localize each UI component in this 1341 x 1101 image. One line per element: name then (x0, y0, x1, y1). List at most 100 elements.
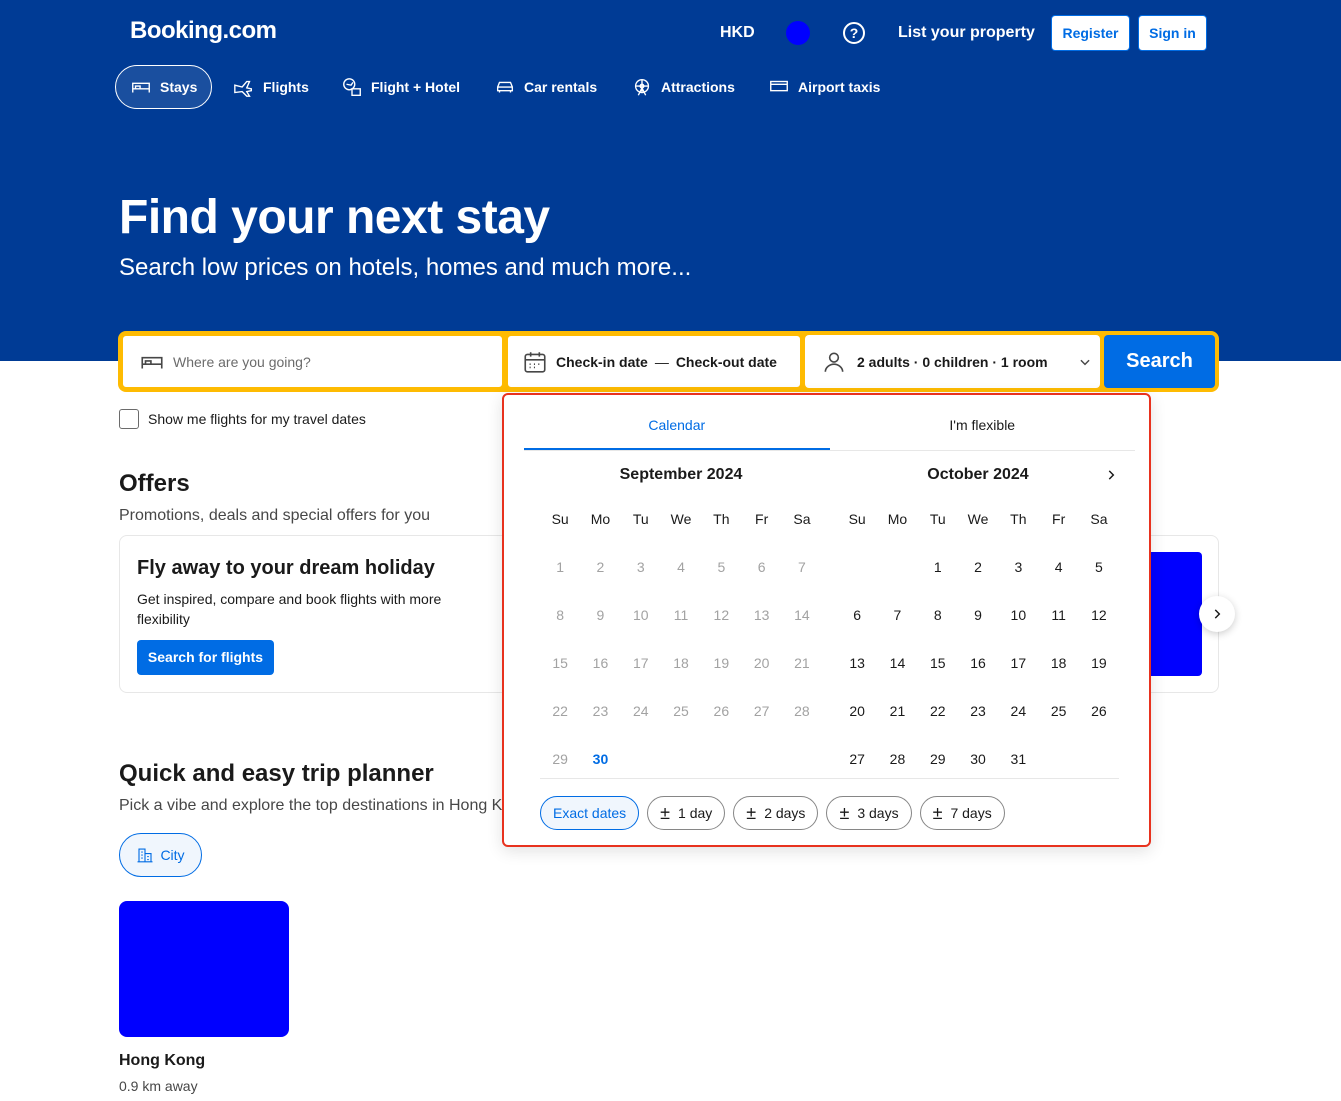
flex-chip[interactable]: ±3 days (826, 796, 912, 830)
flex-chip[interactable]: Exact dates (540, 796, 640, 830)
calendar-day: 6 (757, 559, 766, 575)
destination-image[interactable] (119, 901, 289, 1037)
show-flights-checkbox-row[interactable]: Show me flights for my travel dates (119, 409, 366, 429)
destination-name[interactable]: Hong Kong (119, 1052, 205, 1070)
month-grid: Su Mo Tu We Th Fr Sa 1 2 3 4 5 6 7 8 9 10 11 12 13 14 15 16 17 1… (540, 495, 822, 783)
calendar-day[interactable]: 4 (1038, 543, 1078, 591)
vibe-chip-city[interactable]: City (119, 833, 202, 877)
calendar-day[interactable]: 12 (1079, 591, 1119, 639)
divider (540, 778, 1119, 779)
nav-attractions[interactable]: Attractions (617, 65, 749, 109)
bed-icon (141, 356, 163, 368)
calendar-day[interactable]: 15 (918, 639, 958, 687)
calendar-day: 14 (794, 607, 810, 623)
calendar-day: 16 (592, 655, 609, 671)
weekday-label: We (670, 511, 692, 527)
guests-selector[interactable]: 2 adults · 0 children · 1 room (805, 335, 1100, 388)
hero-banner (0, 0, 1341, 361)
date-picker-field[interactable]: Check-in date — Check-out date (507, 335, 801, 388)
flex-chip-label: Exact dates (553, 805, 627, 821)
calendar-day[interactable]: 20 (837, 687, 877, 735)
calendar-day[interactable]: 31 (998, 735, 1038, 783)
calendar-day[interactable]: 5 (1079, 543, 1119, 591)
show-flights-label: Show me flights for my travel dates (148, 411, 366, 427)
flex-chip[interactable]: ±7 days (919, 796, 1005, 830)
weekday-label: Sa (1090, 511, 1108, 527)
carousel-next-button[interactable] (1199, 596, 1235, 632)
help-icon[interactable]: ? (843, 22, 865, 44)
weekday-label: Sa (793, 511, 811, 527)
calendar-day: 13 (753, 607, 770, 623)
plus-minus-icon: ± (660, 803, 671, 823)
search-button[interactable]: Search (1104, 335, 1215, 388)
calendar-day[interactable]: 11 (1038, 591, 1078, 639)
calendar-day[interactable]: 23 (958, 687, 998, 735)
flex-chip-label: 2 days (764, 805, 806, 821)
calendar-day[interactable]: 1 (918, 543, 958, 591)
flex-chip[interactable]: ±2 days (733, 796, 819, 830)
currency-selector[interactable]: HKD (720, 24, 755, 42)
calendar-day[interactable]: 3 (998, 543, 1038, 591)
calendar-day[interactable]: 6 (837, 591, 877, 639)
calendar-day[interactable]: 2 (958, 543, 998, 591)
calendar-day[interactable]: 9 (958, 591, 998, 639)
calendar-day[interactable]: 22 (918, 687, 958, 735)
calendar-day: 8 (556, 607, 565, 623)
calendar-day: 29 (552, 751, 568, 767)
sign-in-button[interactable]: Sign in (1138, 15, 1207, 51)
flex-chip-label: 3 days (857, 805, 899, 821)
booking-logo[interactable]: Booking.com (130, 17, 277, 45)
calendar-day: 9 (596, 607, 605, 623)
calendar-day[interactable]: 7 (877, 591, 917, 639)
nav-airport-taxis[interactable]: Airport taxis (754, 65, 894, 109)
list-property-link[interactable]: List your property (898, 24, 1035, 42)
tab-calendar[interactable]: Calendar (524, 403, 830, 450)
nav-stays[interactable]: Stays (115, 65, 213, 109)
calendar-day[interactable]: 30 (580, 735, 620, 783)
calendar-day[interactable]: 28 (877, 735, 917, 783)
offers-subtitle: Promotions, deals and special offers for… (119, 507, 430, 524)
plane-icon (234, 80, 253, 97)
calendar-day[interactable]: 29 (918, 735, 958, 783)
nav-label: Attractions (661, 79, 735, 95)
calendar-day: 21 (794, 655, 810, 671)
calendar-day: 12 (713, 607, 730, 623)
calendar-day[interactable]: 25 (1038, 687, 1078, 735)
language-flag-icon[interactable] (786, 21, 810, 45)
destination-distance: 0.9 km away (119, 1078, 198, 1094)
search-flights-button[interactable]: Search for flights (137, 640, 274, 675)
nav-label: Stays (160, 79, 198, 95)
nav-flight-hotel[interactable]: Flight + Hotel (327, 65, 474, 109)
checkin-label: Check-in date (556, 353, 648, 370)
calendar-day[interactable]: 16 (958, 639, 998, 687)
weekday-label: Th (713, 511, 730, 527)
calendar-day[interactable]: 8 (918, 591, 958, 639)
calendar-day[interactable]: 24 (998, 687, 1038, 735)
plus-minus-icon: ± (746, 803, 757, 823)
search-bar: Where are you going? Check-in date — Che… (118, 331, 1219, 392)
destination-input[interactable]: Where are you going? (122, 335, 503, 388)
weekday-label: Fr (1052, 511, 1066, 527)
calendar-day[interactable]: 27 (837, 735, 877, 783)
weekday-label: Fr (755, 511, 769, 527)
weekday-label: We (967, 511, 989, 527)
nav-flights[interactable]: Flights (219, 65, 323, 109)
calendar-day[interactable]: 26 (1079, 687, 1119, 735)
calendar-day: 18 (673, 655, 689, 671)
calendar-day[interactable]: 21 (877, 687, 917, 735)
calendar-day[interactable]: 18 (1038, 639, 1078, 687)
calendar-day: 19 (713, 655, 730, 671)
calendar-day[interactable]: 17 (998, 639, 1038, 687)
calendar-day[interactable]: 30 (958, 735, 998, 783)
calendar-day[interactable]: 19 (1079, 639, 1119, 687)
show-flights-checkbox[interactable] (119, 409, 139, 429)
nav-car-rentals[interactable]: Car rentals (480, 65, 611, 109)
calendar-day[interactable]: 10 (998, 591, 1038, 639)
tab-flexible[interactable]: I'm flexible (830, 403, 1136, 450)
calendar-day[interactable]: 14 (877, 639, 917, 687)
flex-chip[interactable]: ±1 day (647, 796, 726, 830)
next-month-button[interactable] (1099, 463, 1123, 487)
calendar-day[interactable]: 13 (837, 639, 877, 687)
register-button[interactable]: Register (1051, 15, 1130, 51)
offer-card-text: Get inspired, compare and book flights w… (137, 591, 442, 627)
